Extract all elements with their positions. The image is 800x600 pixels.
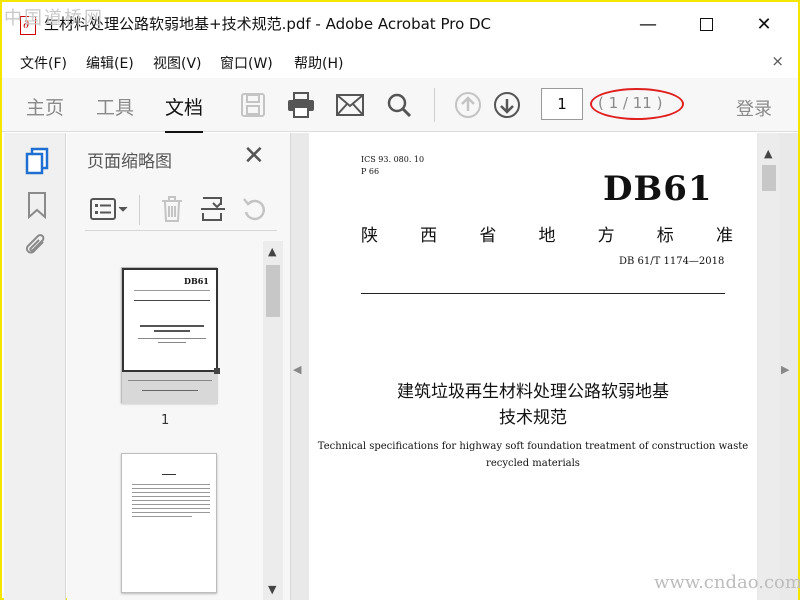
- doc-standard-char: 标: [656, 226, 674, 246]
- doc-standard-char: 省: [479, 226, 497, 246]
- thumbnail-text-line: [134, 300, 210, 301]
- doc-standard-char: 西: [420, 226, 438, 246]
- tab-home[interactable]: 主页: [26, 93, 64, 120]
- rotate-icon[interactable]: [241, 195, 269, 227]
- doc-divider: [361, 293, 725, 294]
- maximize-button[interactable]: [686, 10, 726, 38]
- menu-bar: 文件(F) 编辑(E) 视图(V) 窗口(W) 帮助(H) ×: [2, 48, 798, 74]
- thumbnail-footer: [122, 372, 218, 404]
- thumbnail-text-line: [128, 380, 212, 381]
- thumbnail-text-line: [140, 325, 204, 327]
- menu-view[interactable]: 视图(V): [153, 53, 202, 73]
- minimize-button[interactable]: —: [628, 10, 668, 38]
- document-scroll-thumb[interactable]: [762, 165, 776, 191]
- print-icon[interactable]: [286, 90, 316, 120]
- toolbar-separator: [434, 88, 435, 122]
- doc-standard-char: 方: [597, 226, 615, 246]
- tab-tools[interactable]: 工具: [96, 93, 134, 120]
- maximize-icon: [699, 17, 713, 31]
- thumbnail-code: DB61: [184, 276, 209, 286]
- thumbnail-text-line: [158, 342, 186, 343]
- thumbnail-text-line: [132, 484, 210, 485]
- pdf-page: ICS 93. 080. 10 P 66 DB61 陕 西 省 地 方 标 准 …: [309, 133, 757, 600]
- thumbnail-resize-handle[interactable]: [214, 368, 220, 374]
- thumbnail-text-line: [132, 508, 210, 509]
- panel-toolbar: [85, 191, 277, 231]
- window-title: 生材料处理公路软弱地基+技术规范.pdf - Adobe Acrobat Pro…: [44, 15, 492, 33]
- watermark-top-left: 中国道桥网: [4, 8, 104, 29]
- scroll-up-icon[interactable]: ▲: [268, 245, 276, 258]
- menu-file[interactable]: 文件(F): [20, 53, 67, 73]
- page-thumbnails-icon[interactable]: [24, 147, 52, 175]
- doc-code: DB61: [603, 169, 713, 209]
- bookmark-icon[interactable]: [24, 191, 52, 220]
- thumbnails-scrollbar[interactable]: ▲ ▼: [263, 241, 283, 600]
- page-thumbnail-1[interactable]: DB61: [121, 267, 220, 404]
- panel-title: 页面缩略图: [87, 152, 172, 172]
- doc-p-code: P 66: [361, 167, 380, 176]
- extract-pages-icon[interactable]: [199, 195, 227, 227]
- thumbnails-list: DB61 1: [67, 241, 263, 600]
- watermark-bottom-right: www.cndao.com: [654, 572, 800, 593]
- thumbnail-text-line: [132, 512, 210, 513]
- thumbnail-text-line: [132, 516, 192, 517]
- next-page-icon[interactable]: [492, 90, 522, 120]
- thumbnail-text-line: [132, 488, 210, 489]
- delete-icon[interactable]: [159, 195, 185, 227]
- document-scrollbar[interactable]: ▲: [759, 133, 779, 600]
- panel-toolbar-separator: [139, 195, 140, 225]
- doc-standard-char: 陕: [361, 226, 378, 246]
- doc-standard-type: 陕 西 省 地 方 标 准: [361, 221, 733, 246]
- email-icon[interactable]: [335, 90, 365, 120]
- doc-standard-char: 准: [715, 226, 733, 246]
- thumbnail-label-1: 1: [161, 413, 170, 428]
- options-menu-icon[interactable]: [89, 195, 131, 227]
- left-nav-rail: [4, 133, 66, 600]
- collapse-left-icon[interactable]: ◀: [293, 363, 301, 376]
- thumbnail-text-line: [132, 496, 210, 497]
- thumbnail-text-line: [132, 492, 210, 493]
- title-bar: 生材料处理公路软弱地基+技术规范.pdf - Adobe Acrobat Pro…: [2, 2, 798, 44]
- menu-window[interactable]: 窗口(W): [220, 53, 273, 73]
- tab-document[interactable]: 文档: [165, 93, 204, 134]
- thumbnail-text-line: [132, 500, 210, 501]
- previous-page-icon[interactable]: [453, 90, 483, 120]
- annotation-ellipse: [590, 88, 684, 120]
- thumbnail-selection-border: DB61: [122, 268, 218, 372]
- thumbnails-scroll-thumb[interactable]: [266, 265, 280, 317]
- app-window: 生材料处理公路软弱地基+技术规范.pdf - Adobe Acrobat Pro…: [0, 0, 800, 600]
- thumbnail-text-line: [142, 390, 198, 391]
- doc-standard-number: DB 61/T 1174—2018: [619, 256, 725, 267]
- menu-help[interactable]: 帮助(H): [294, 53, 343, 73]
- attachment-icon[interactable]: [24, 233, 52, 261]
- thumbnail-text-line: [132, 504, 210, 505]
- close-window-button[interactable]: ✕: [744, 10, 784, 38]
- panel-close-icon[interactable]: ✕: [243, 141, 265, 171]
- document-view: ◀ ICS 93. 080. 10 P 66 DB61 陕 西 省 地 方 标 …: [291, 133, 798, 600]
- menu-edit[interactable]: 编辑(E): [86, 53, 134, 73]
- thumbnail-text-line: [138, 338, 206, 339]
- thumbnail-text-line: [134, 290, 210, 291]
- search-icon[interactable]: [384, 90, 414, 120]
- close-icon: ✕: [756, 13, 772, 35]
- login-link[interactable]: 登录: [736, 95, 772, 121]
- thumbnails-panel: 页面缩略图 ✕ DB61 1 ▲ ▼: [67, 133, 291, 600]
- doc-standard-char: 地: [538, 226, 556, 246]
- save-icon[interactable]: [238, 90, 268, 120]
- doc-english-title-2: recycled materials: [486, 458, 580, 469]
- doc-title-line-1: 建筑垃圾再生材料处理公路软弱地基: [397, 382, 669, 402]
- thumbnail-text-line: [154, 330, 190, 332]
- doc-title-line-2: 技术规范: [499, 408, 567, 428]
- doc-english-title-1: Technical specifications for highway sof…: [317, 441, 749, 452]
- page-thumbnail-2[interactable]: [121, 453, 217, 593]
- doc-scroll-up-icon[interactable]: ▲: [764, 147, 772, 160]
- minimize-icon: —: [639, 13, 657, 35]
- scroll-down-icon[interactable]: ▼: [268, 583, 276, 596]
- doc-ics: ICS 93. 080. 10: [361, 155, 425, 164]
- thumbnail-text-line: [162, 474, 176, 475]
- menu-close-icon[interactable]: ×: [771, 52, 784, 70]
- page-number-input[interactable]: 1: [541, 88, 583, 120]
- collapse-right-icon[interactable]: ▶: [781, 363, 789, 376]
